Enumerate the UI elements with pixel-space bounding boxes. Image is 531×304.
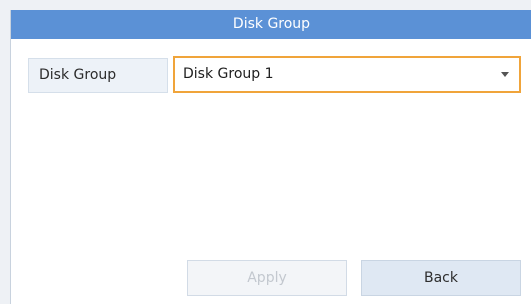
- back-button[interactable]: Back: [361, 260, 521, 296]
- disk-group-select[interactable]: Disk Group 1: [173, 56, 521, 93]
- caret-down-icon[interactable]: [501, 72, 509, 77]
- disk-group-label: Disk Group: [28, 58, 168, 93]
- apply-button[interactable]: Apply: [187, 260, 347, 296]
- dialog-title: Disk Group: [11, 10, 531, 39]
- disk-group-selected-value: Disk Group 1: [183, 66, 274, 82]
- disk-group-dialog: Disk Group Disk Group Disk Group 1 Apply…: [10, 10, 531, 304]
